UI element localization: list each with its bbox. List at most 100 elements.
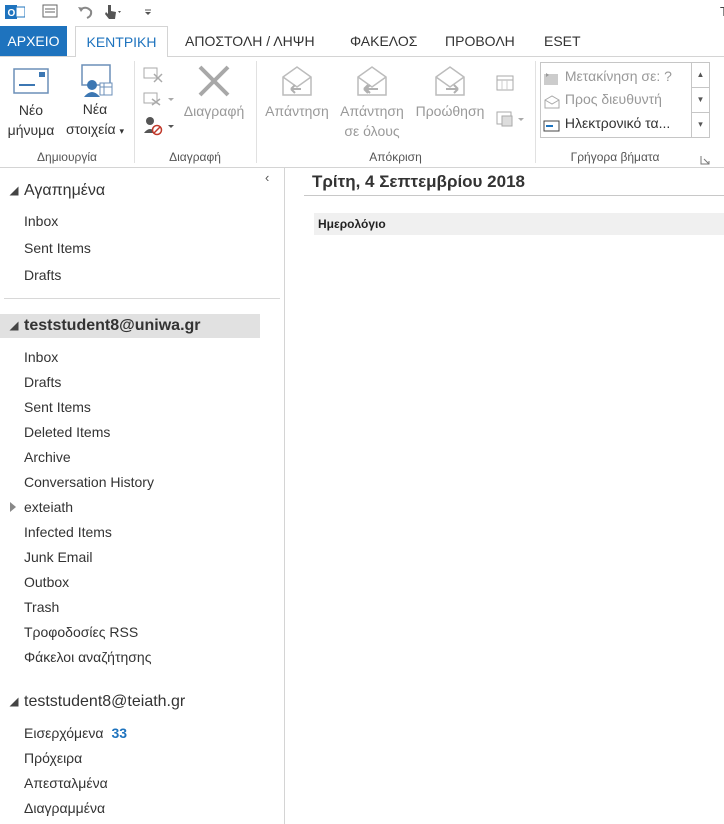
new-email-label-2: μήνυμα [7, 122, 55, 138]
customize-quick-access-icon[interactable] [140, 2, 156, 22]
tab-send-receive[interactable]: ΑΠΟΣΤΟΛΗ / ΛΗΨΗ [185, 26, 315, 56]
group-label-delete: Διαγραφή [169, 150, 221, 164]
reply-all-button[interactable]: Απάντηση σε όλους [334, 63, 410, 141]
date-heading: Τρίτη, 4 Σεπτεμβρίου 2018 [312, 172, 525, 191]
reply-label: Απάντηση [265, 103, 329, 119]
folder-trash[interactable]: Trash [24, 597, 59, 617]
new-items-button[interactable]: Νέα στοιχεία ▾ [62, 63, 128, 141]
folder-deleted-el[interactable]: Διαγραμμένα [24, 798, 105, 818]
reply-all-label-1: Απάντηση [340, 103, 404, 119]
svg-text:O: O [8, 8, 16, 19]
new-email-icon [13, 68, 49, 94]
new-email-button[interactable]: Νέο μήνυμα [2, 63, 60, 140]
favorite-sent-items[interactable]: Sent Items [24, 238, 91, 258]
main-content: Τρίτη, 4 Σεπτεμβρίου 2018 Ημερολόγιο [286, 168, 724, 824]
new-email-label-1: Νέο [18, 102, 44, 118]
tab-home[interactable]: ΚΕΝΤΡΙΚΗ [75, 26, 168, 57]
quick-step-to-manager[interactable]: Προς διευθυντή [543, 88, 693, 110]
scroll-down-icon[interactable]: ▼ [692, 88, 709, 113]
folder-rss-feeds[interactable]: Τροφοδοσίες RSS [24, 622, 138, 642]
account-uniwa-label: teststudent8@uniwa.gr [24, 317, 201, 334]
folder-pane: ‹ Αγαπημένα Inbox Sent Items Drafts test… [0, 168, 285, 824]
account-header-uniwa[interactable]: teststudent8@uniwa.gr [0, 314, 260, 338]
folder-inbox-el-label: Εισερχόμενα [24, 725, 104, 741]
new-items-label-2: στοιχεία ▾ [65, 121, 125, 137]
quick-step-move-to-label: Μετακίνηση σε: ? [564, 68, 672, 84]
quick-step-move-to[interactable]: Μετακίνηση σε: ? [543, 65, 693, 87]
forward-button[interactable]: Προώθηση [412, 63, 488, 121]
ignore-icon[interactable] [142, 65, 164, 83]
undo-icon[interactable] [74, 2, 96, 22]
favorite-drafts[interactable]: Drafts [24, 265, 61, 285]
ribbon: Νέο μήνυμα Νέα στοιχεία ▾ Διαγραφή Απάντ… [0, 56, 724, 168]
dialog-launcher-icon[interactable] [700, 152, 710, 165]
gallery-more-icon[interactable]: ▾ [692, 113, 709, 137]
group-label-respond: Απόκριση [369, 150, 422, 164]
folder-junk-email[interactable]: Junk Email [24, 547, 92, 567]
account-header-teiath[interactable]: teststudent8@teiath.gr [0, 690, 260, 714]
delete-label: Διαγραφή [183, 103, 245, 119]
clean-up-icon[interactable] [142, 90, 176, 108]
favorites-header[interactable]: Αγαπημένα [0, 179, 260, 203]
expanded-triangle-icon[interactable] [9, 697, 19, 707]
expanded-triangle-icon[interactable] [9, 321, 19, 331]
folder-sent-el[interactable]: Απεσταλμένα [24, 773, 108, 793]
meeting-icon[interactable] [494, 73, 518, 93]
unread-count-badge: 33 [111, 725, 128, 741]
reply-icon [282, 66, 312, 96]
folder-drafts[interactable]: Drafts [24, 372, 61, 392]
favorites-label: Αγαπημένα [24, 182, 106, 199]
reply-all-icon [357, 66, 387, 96]
folder-exteiath[interactable]: exteiath [24, 497, 73, 517]
junk-icon[interactable] [142, 115, 176, 137]
send-receive-icon[interactable] [38, 2, 62, 22]
folder-inbox-el[interactable]: Εισερχόμενα 33 [24, 723, 127, 743]
tab-file[interactable]: ΑΡΧΕΙΟ [0, 26, 67, 56]
title-bar: O Τ [0, 0, 724, 26]
chevron-down-icon: ▾ [119, 126, 125, 136]
collapse-pane-icon[interactable]: ‹ [265, 170, 269, 185]
nav-divider [4, 298, 280, 299]
group-separator [256, 61, 257, 163]
more-respond-icon[interactable] [494, 109, 528, 129]
folder-deleted-items[interactable]: Deleted Items [24, 422, 110, 442]
folder-conversation-history[interactable]: Conversation History [24, 472, 154, 492]
tab-eset[interactable]: ESET [544, 26, 581, 56]
scroll-up-icon[interactable]: ▲ [692, 63, 709, 88]
outlook-logo-icon: O [4, 2, 26, 22]
group-label-quick-steps: Γρήγορα βήματα [570, 150, 660, 164]
folder-search-folders[interactable]: Φάκελοι αναζήτησης [24, 647, 151, 667]
group-label-create: Δημιουργία [37, 150, 97, 164]
tab-view[interactable]: ΠΡΟΒΟΛΗ [445, 26, 515, 56]
folder-arrow-icon [543, 70, 561, 86]
quick-step-to-manager-label: Προς διευθυντή [564, 91, 662, 107]
delete-button[interactable]: Διαγραφή [178, 63, 250, 121]
touch-mode-icon[interactable] [99, 2, 125, 22]
forward-icon [435, 66, 465, 96]
quick-step-team-email-label: Ηλεκτρονικό τα... [564, 115, 671, 131]
folder-infected-items[interactable]: Infected Items [24, 522, 112, 542]
folder-sent-items[interactable]: Sent Items [24, 397, 91, 417]
tab-folder[interactable]: ΦΑΚΕΛΟΣ [350, 26, 417, 56]
reply-button[interactable]: Απάντηση [260, 63, 334, 121]
calendar-section-header[interactable]: Ημερολόγιο [314, 213, 724, 235]
new-items-label-1: Νέα [82, 101, 108, 117]
ribbon-tabs: ΑΡΧΕΙΟ ΚΕΝΤΡΙΚΗ ΑΠΟΣΤΟΛΗ / ΛΗΨΗ ΦΑΚΕΛΟΣ … [0, 26, 724, 57]
folder-archive[interactable]: Archive [24, 447, 71, 467]
folder-inbox[interactable]: Inbox [24, 347, 58, 367]
folder-drafts-el[interactable]: Πρόχειρα [24, 748, 82, 768]
account-teiath-label: teststudent8@teiath.gr [24, 693, 186, 710]
collapsed-triangle-icon[interactable] [10, 502, 16, 512]
new-items-icon [81, 64, 113, 97]
email-icon [543, 117, 561, 132]
reply-all-label-2: σε όλους [344, 123, 400, 139]
delete-x-icon [198, 65, 230, 97]
envelope-arrow-icon [543, 93, 561, 109]
expanded-triangle-icon[interactable] [9, 186, 19, 196]
quick-step-team-email[interactable]: Ηλεκτρονικό τα... [543, 112, 693, 134]
quick-steps-scrollbar[interactable]: ▲ ▼ ▾ [691, 63, 709, 137]
favorite-inbox[interactable]: Inbox [24, 211, 58, 231]
forward-label: Προώθηση [415, 103, 485, 119]
date-underline [304, 195, 724, 196]
folder-outbox[interactable]: Outbox [24, 572, 69, 592]
